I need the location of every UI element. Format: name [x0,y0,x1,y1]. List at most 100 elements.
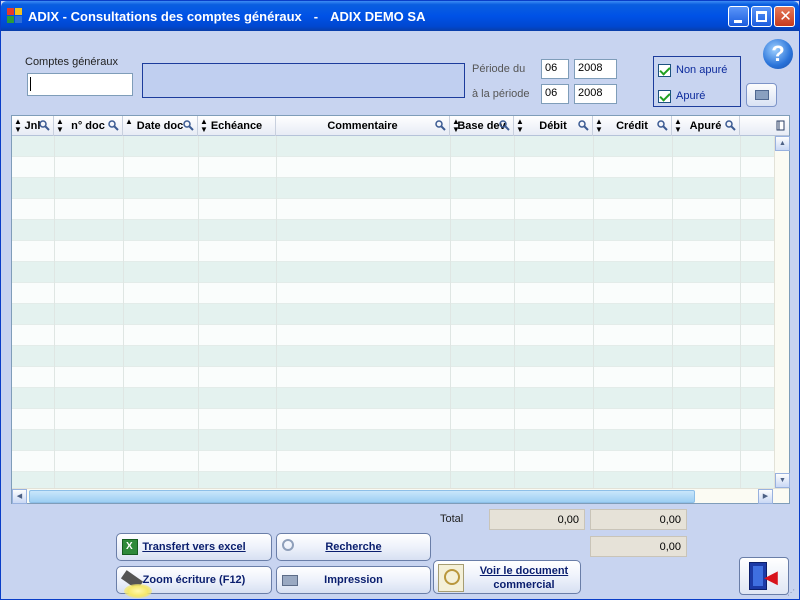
scroll-right-arrow-icon[interactable]: ▶ [758,489,773,504]
voir-document-button[interactable]: Voir le document commercial [433,560,581,594]
table-row[interactable] [12,304,774,325]
table-row[interactable] [12,430,774,451]
column-divider [593,136,594,488]
periode-du-month-input[interactable]: 06 [541,59,569,79]
total-label: Total [440,513,464,525]
non-apure-label: Non apuré [676,64,728,76]
column-divider [514,136,515,488]
table-row[interactable] [12,367,774,388]
minimize-button[interactable] [728,6,749,27]
scroll-down-arrow-icon[interactable]: ▼ [775,473,790,488]
voir-document-line2: commercial [493,579,555,591]
printer-icon [282,575,298,586]
magnifier-icon [725,120,736,131]
table-row[interactable] [12,157,774,178]
window-title-text: ADIX - Consultations des comptes générau… [28,9,302,24]
table-row[interactable] [12,241,774,262]
title-bar[interactable]: ADIX - Consultations des comptes générau… [1,1,799,31]
column-divider [450,136,451,488]
col-header-label: Crédit [616,120,648,132]
grid-rows [12,136,774,488]
column-divider [276,136,277,488]
col-header-commentaire[interactable]: Commentaire [276,116,450,136]
column-divider [123,136,124,488]
grid-header: ▲ ▼ Jnl ▲ ▼ n° doc ▲ Date doc ▲ ▼ Echéance … [12,116,789,136]
compte-description-box [142,63,465,98]
vertical-scrollbar[interactable]: ▲ ▼ [774,136,790,488]
table-row[interactable] [12,409,774,430]
column-chooser-icon[interactable] [774,119,787,132]
col-header-label: n° doc [71,120,105,132]
transfert-excel-button[interactable]: Transfert vers excel [116,533,272,561]
table-row[interactable] [12,199,774,220]
horizontal-scrollbar[interactable]: ◀ ▶ [12,488,789,504]
table-row[interactable] [12,346,774,367]
maximize-button[interactable] [751,6,772,27]
sort-arrows-icon: ▲ ▼ [200,117,208,134]
company-name: ADIX DEMO SA [330,9,426,24]
window-title: ADIX - Consultations des comptes générau… [28,9,425,24]
horizontal-scroll-thumb[interactable] [29,490,695,503]
col-header-apure[interactable]: ▲ ▼ Apuré [672,116,740,136]
sort-asc-icon: ▲ [125,117,133,126]
table-row[interactable] [12,388,774,409]
col-header-base-dev[interactable]: ▲ ▼ Base dev [450,116,514,136]
col-header-echeance[interactable]: ▲ ▼ Echéance [198,116,276,136]
magnifier-icon [183,120,194,131]
excel-icon [122,539,138,555]
col-header-jnl[interactable]: ▲ ▼ Jnl [12,116,54,136]
recherche-button[interactable]: Recherche [276,533,431,561]
column-divider [740,136,741,488]
help-icon[interactable]: ? [763,39,793,69]
document-search-icon [438,564,464,592]
app-window: ADIX - Consultations des comptes générau… [0,0,800,600]
table-row[interactable] [12,262,774,283]
periode-au-label: à la période [472,88,530,100]
table-row[interactable] [12,451,774,472]
ecritures-grid[interactable]: ▲ ▼ Jnl ▲ ▼ n° doc ▲ Date doc ▲ ▼ Echéance … [11,115,790,504]
periode-au-year-input[interactable]: 2008 [574,84,617,104]
total-solde: 0,00 [590,536,687,557]
impression-label: Impression [324,574,383,586]
periode-du-year-input[interactable]: 2008 [574,59,617,79]
app-logo-icon [7,8,23,24]
table-row[interactable] [12,283,774,304]
magnifier-icon [108,120,119,131]
apure-filter-panel: Non apuré Apuré [653,56,741,107]
apure-checkbox[interactable] [658,90,671,103]
total-debit: 0,00 [489,509,585,530]
non-apure-checkbox[interactable] [658,64,671,77]
col-header-label: Commentaire [327,120,398,132]
compte-input[interactable] [27,73,133,96]
flashlight-glow [124,584,152,598]
comptes-label: Comptes généraux [25,56,118,68]
table-row[interactable] [12,136,774,157]
text-cursor [30,77,31,91]
exit-button[interactable]: ◀ [739,557,789,595]
voir-document-line1: Voir le document [479,565,569,577]
col-header-debit[interactable]: ▲ ▼ Débit [514,116,593,136]
col-header-date-doc[interactable]: ▲ Date doc [123,116,198,136]
table-row[interactable] [12,325,774,346]
impression-button[interactable]: Impression [276,566,431,594]
transfert-excel-label: Transfert vers excel [142,541,246,553]
total-credit: 0,00 [590,509,687,530]
magnifier-icon [578,120,589,131]
col-header-n-doc[interactable]: ▲ ▼ n° doc [54,116,123,136]
printer-icon [755,90,769,100]
periode-au-month-input[interactable]: 06 [541,84,569,104]
close-button[interactable]: ✕ [774,6,795,27]
table-row[interactable] [12,178,774,199]
sort-arrows-icon: ▲ ▼ [516,117,524,134]
sort-arrows-icon: ▲ ▼ [674,117,682,134]
scroll-up-arrow-icon[interactable]: ▲ [775,136,790,151]
table-row[interactable] [12,472,774,488]
exit-arrow-icon: ◀ [764,567,778,587]
table-row[interactable] [12,220,774,241]
print-preview-button[interactable] [746,83,777,107]
col-header-credit[interactable]: ▲ ▼ Crédit [593,116,672,136]
resize-grip-icon[interactable]: ⋰ [787,588,797,598]
col-header-spacer [740,116,774,136]
col-header-label: Apuré [689,120,722,132]
scroll-left-arrow-icon[interactable]: ◀ [12,489,27,504]
